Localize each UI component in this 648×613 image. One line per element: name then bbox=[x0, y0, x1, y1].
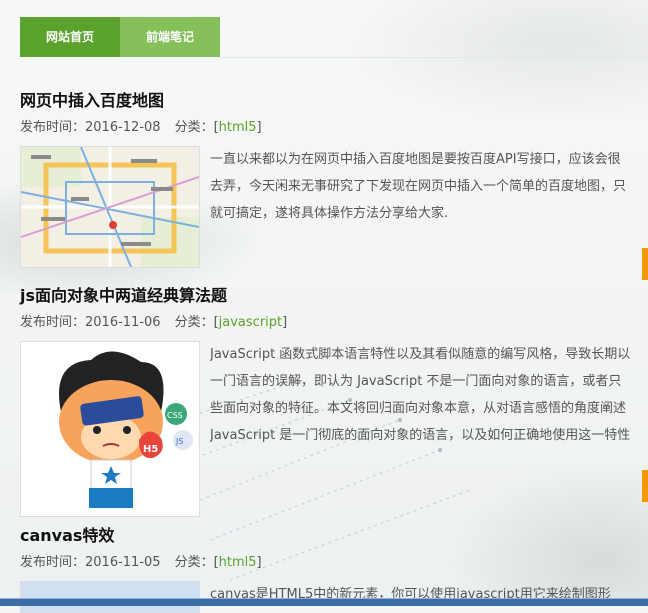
nav-divider bbox=[220, 57, 648, 58]
article-date: 2016-11-05 bbox=[85, 555, 161, 570]
js-badge: JS bbox=[175, 437, 183, 446]
category-link[interactable]: html5 bbox=[219, 120, 257, 135]
h5-badge: H5 bbox=[143, 444, 158, 455]
cartoon-avatar-thumbnail[interactable]: H5 CSS JS bbox=[20, 341, 200, 517]
date-label: 发布时间： bbox=[20, 315, 86, 330]
css-badge: CSS bbox=[167, 411, 183, 420]
article-item: js面向对象中两道经典算法题 发布时间：2016-11-06 分类：[javasc… bbox=[20, 283, 648, 517]
excerpt-line: 一门语言的误解，即认为 JavaScript 不是一门面向对象的语言，或者只 bbox=[210, 374, 622, 389]
article-title[interactable]: 网页中插入百度地图 bbox=[20, 88, 648, 114]
category-label: 分类：[ bbox=[174, 120, 219, 135]
excerpt-line: JavaScript 是一门彻底的面向对象的语言，以及如何正确地使用这一特性 bbox=[210, 428, 631, 443]
excerpt-line: JavaScript 函数式脚本语言特性以及其看似随意的编写风格，导致长期以 bbox=[210, 347, 631, 362]
excerpt-line: 去弄，今天闲来无事研究了下发现在网页中插入一个简单的百度地图，只 bbox=[210, 179, 627, 194]
article-title[interactable]: canvas特效 bbox=[20, 523, 648, 549]
article-meta: 发布时间：2016-11-05 分类：[html5] bbox=[20, 555, 262, 570]
excerpt-line: 一直以来都以为在网页中插入百度地图是要按百度API写接口，应该会很 bbox=[210, 152, 621, 167]
article-item: 网页中插入百度地图 发布时间：2016-12-08 分类：[html5] 一直以… bbox=[20, 88, 648, 268]
tab-frontend-notes[interactable]: 前端笔记 bbox=[120, 17, 220, 57]
article-date: 2016-12-08 bbox=[85, 120, 161, 135]
article-excerpt: JavaScript 函数式脚本语言特性以及其看似随意的编写风格，导致长期以 一… bbox=[210, 341, 648, 449]
article-title[interactable]: js面向对象中两道经典算法题 bbox=[20, 283, 648, 309]
map-icon bbox=[21, 147, 199, 267]
date-label: 发布时间： bbox=[20, 555, 86, 570]
article-meta: 发布时间：2016-11-06 分类：[javascript] bbox=[20, 315, 288, 330]
main-nav: 网站首页 前端笔记 bbox=[20, 17, 220, 57]
side-accent-tab[interactable] bbox=[642, 470, 648, 502]
date-label: 发布时间： bbox=[20, 120, 86, 135]
canvas-thumbnail[interactable] bbox=[20, 581, 200, 613]
article-date: 2016-11-06 bbox=[85, 315, 161, 330]
category-label: 分类：[ bbox=[174, 315, 219, 330]
category-label: 分类：[ bbox=[174, 555, 219, 570]
article-excerpt: 一直以来都以为在网页中插入百度地图是要按百度API写接口，应该会很 去弄，今天闲… bbox=[210, 146, 648, 227]
category-link[interactable]: html5 bbox=[219, 555, 257, 570]
excerpt-line: 就可搞定，遂将具体操作方法分享给大家. bbox=[210, 206, 449, 221]
cartoon-character-icon: H5 CSS JS bbox=[21, 342, 199, 516]
article-meta: 发布时间：2016-12-08 分类：[html5] bbox=[20, 120, 262, 135]
tab-home[interactable]: 网站首页 bbox=[20, 17, 120, 57]
map-thumbnail[interactable] bbox=[20, 146, 200, 268]
excerpt-line: 些面向对象的特征。本文将回归面向对象本意，从对语言感悟的角度阐述 bbox=[210, 401, 627, 416]
article-item: canvas特效 发布时间：2016-11-05 分类：[html5] canva… bbox=[20, 523, 648, 613]
side-accent-tab[interactable] bbox=[642, 248, 648, 280]
category-link[interactable]: javascript bbox=[219, 315, 282, 330]
